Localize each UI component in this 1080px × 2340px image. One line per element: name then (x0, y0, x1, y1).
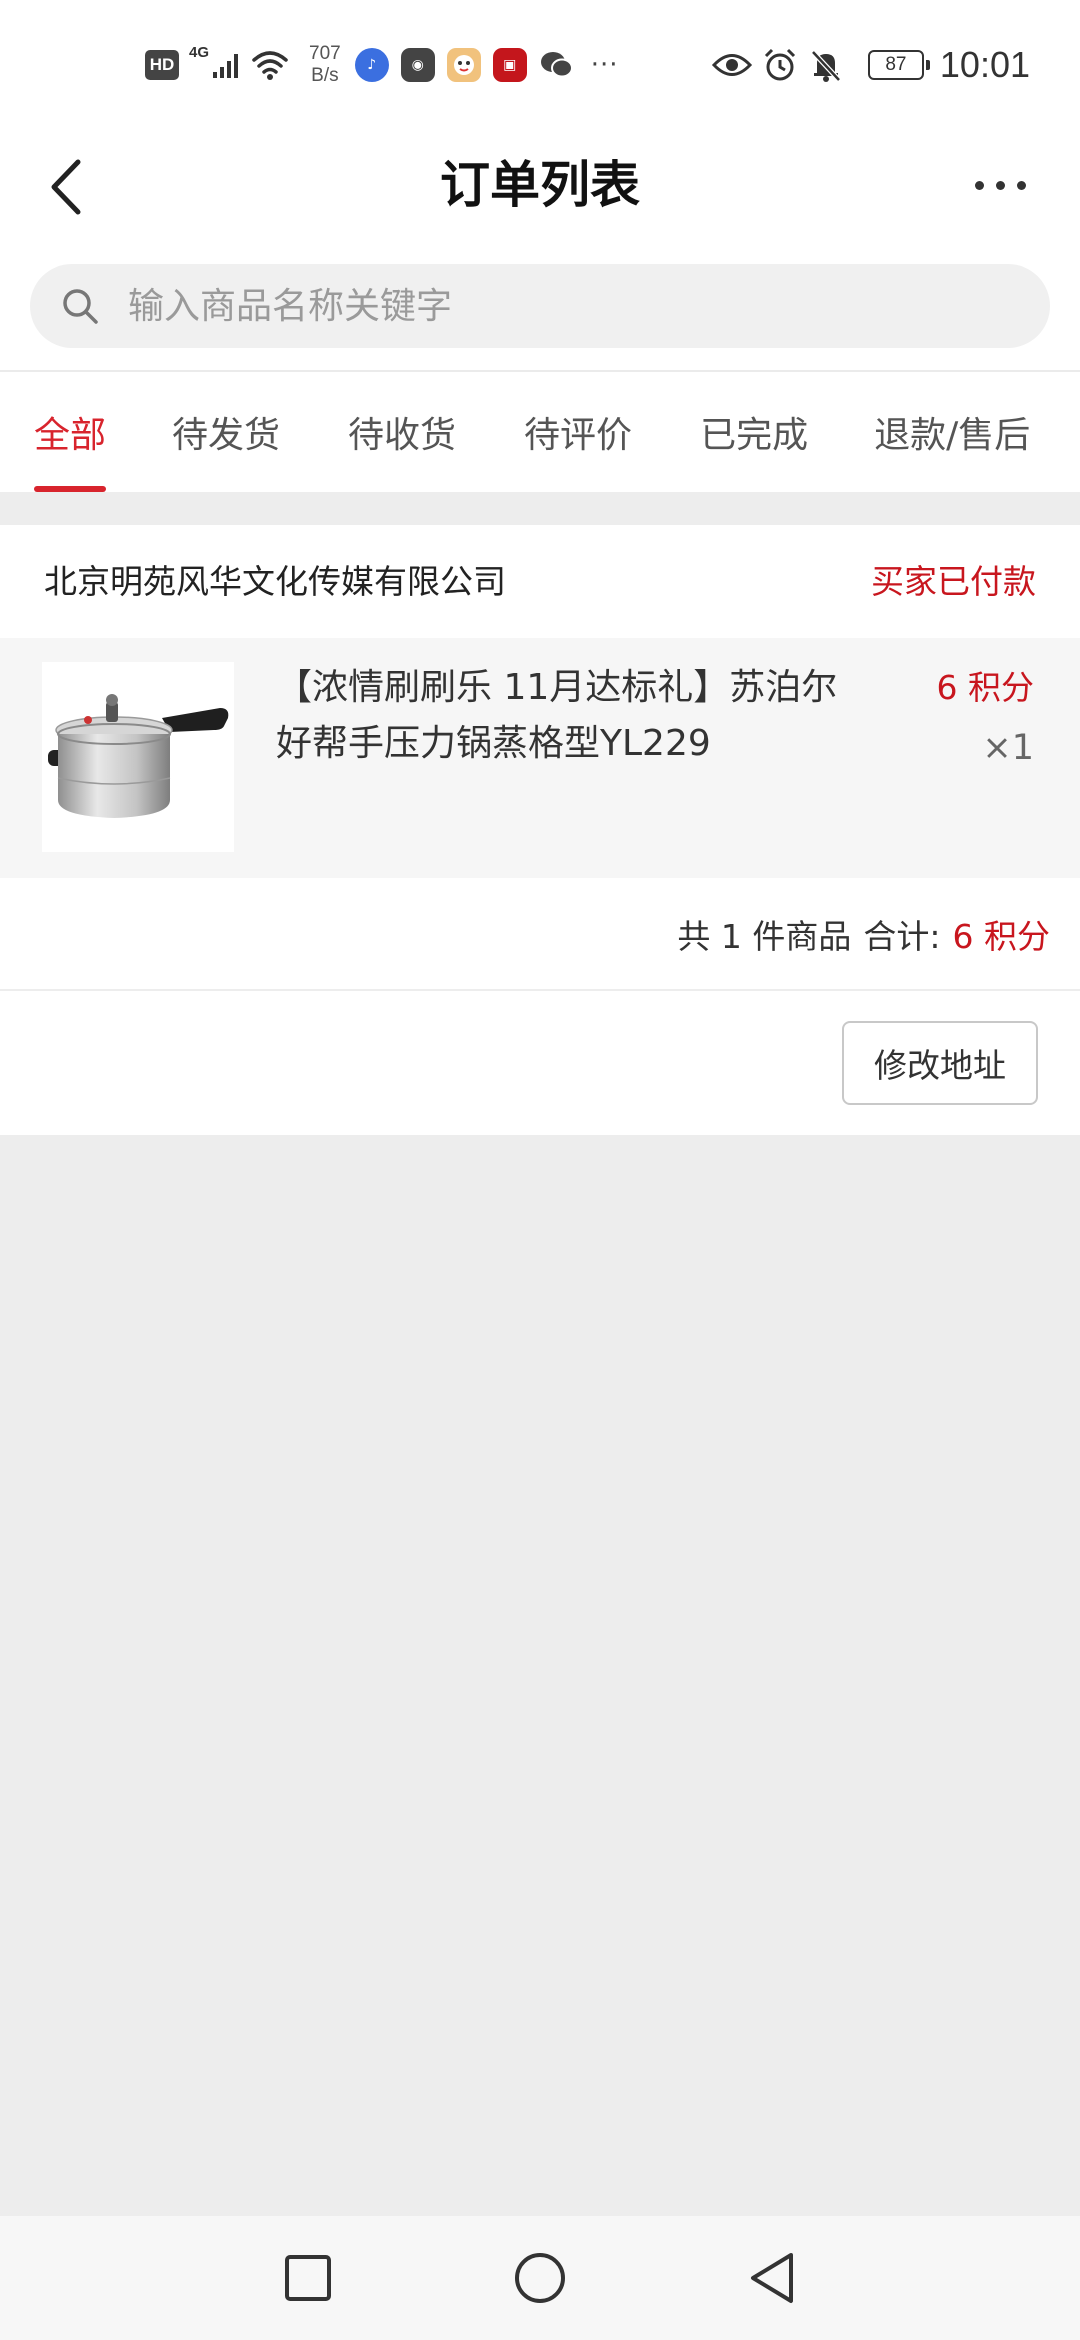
shop-row: 北京明苑风华文化传媒有限公司 买家已付款 (0, 525, 1080, 638)
search-icon (63, 289, 98, 324)
network-generation: 4G (189, 44, 210, 61)
order-summary: 共 1 件商品 合计: 6 积分 (0, 878, 1080, 991)
pressure-cooker-image (48, 694, 229, 818)
map-app-icon: ◉ (400, 48, 435, 82)
music-app-icon: ♪ (354, 48, 389, 82)
triangle-back-icon (751, 2253, 793, 2303)
status-bar-left: HD 4G 707 B/s ♪ ◉ ▣ ··· (145, 40, 619, 90)
more-dot-icon (1016, 180, 1026, 190)
product-price: 6 积分 (936, 668, 1035, 707)
bank-app-icon: ▣ (492, 48, 527, 82)
app-header: 订单列表 (0, 130, 1080, 250)
order-tabs: 全部 待发货 待收货 待评价 已完成 退款/售后 (0, 370, 1080, 492)
network-speed-value: 707 (309, 43, 341, 64)
back-nav-button[interactable] (742, 2248, 802, 2308)
more-options-button[interactable] (960, 155, 1040, 215)
more-dot-icon (974, 180, 984, 190)
tab-refund-after-sale[interactable]: 退款/售后 (874, 372, 1030, 492)
search-bar (0, 250, 1080, 370)
network-speed-unit: B/s (311, 65, 339, 86)
eye-icon (711, 54, 752, 76)
order-status: 买家已付款 (871, 562, 1036, 601)
wifi-icon (252, 51, 288, 80)
network-speed: 707 B/s (309, 43, 341, 87)
tab-pending-shipment[interactable]: 待发货 (172, 372, 280, 492)
alarm-icon (764, 48, 795, 81)
page-title: 订单列表 (440, 156, 640, 214)
total-label: 合计: (863, 916, 941, 956)
hd-badge: HD (145, 50, 179, 80)
home-button[interactable] (510, 2248, 570, 2308)
more-dot-icon (995, 180, 1005, 190)
edit-address-button[interactable]: 修改地址 (842, 1021, 1038, 1105)
status-bar: HD 4G 707 B/s ♪ ◉ ▣ ··· 87 10:01 (0, 0, 1080, 130)
status-bar-right: 87 10:01 (711, 40, 1030, 90)
product-name: 【浓情刷刷乐 11月达标礼】苏泊尔好帮手压力锅蒸格型YL229 (276, 667, 838, 764)
item-count: 共 1 件商品 (677, 916, 852, 956)
more-notifications-icon: ··· (590, 50, 619, 80)
mute-bell-icon (811, 50, 841, 82)
total-value: 6 积分 (952, 916, 1051, 956)
shop-name: 北京明苑风华文化传媒有限公司 (44, 562, 506, 601)
square-icon (285, 2255, 331, 2301)
search-box[interactable] (30, 264, 1050, 348)
battery-icon: 87 (867, 50, 930, 80)
tab-all[interactable]: 全部 (34, 372, 107, 492)
cellular-signal-icon (213, 54, 239, 78)
wechat-icon (540, 52, 573, 78)
cartoon-app-icon (446, 48, 481, 82)
recent-apps-button[interactable] (278, 2248, 338, 2308)
clock: 10:01 (939, 44, 1030, 85)
product-image (42, 662, 234, 852)
goods-row[interactable]: 【浓情刷刷乐 11月达标礼】苏泊尔好帮手压力锅蒸格型YL229 6 积分 ×1 (0, 638, 1080, 878)
product-quantity: ×1 (982, 728, 1034, 768)
system-nav-bar (0, 2216, 1080, 2340)
battery-level: 87 (885, 54, 907, 75)
circle-icon (515, 2253, 565, 2303)
tab-pending-receipt[interactable]: 待收货 (348, 372, 456, 492)
order-actions: 修改地址 (0, 991, 1080, 1135)
tab-pending-review[interactable]: 待评价 (524, 372, 632, 492)
tab-completed[interactable]: 已完成 (700, 372, 808, 492)
order-card[interactable]: 北京明苑风华文化传媒有限公司 买家已付款 【浓情刷刷乐 11月达标礼】苏泊尔好帮… (0, 525, 1080, 1135)
search-input[interactable] (128, 285, 1050, 327)
